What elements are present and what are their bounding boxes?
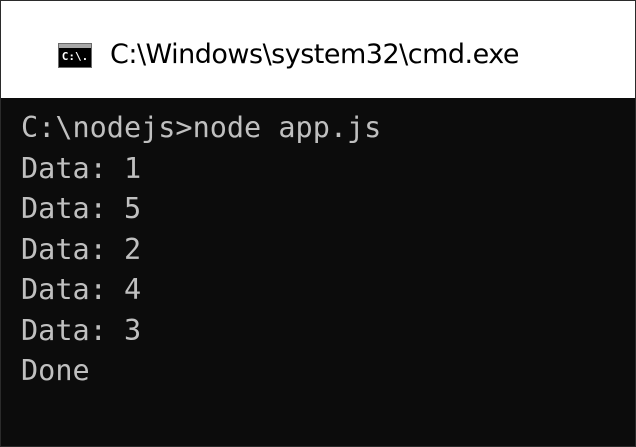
window-title: C:\Windows\system32\cmd.exe [110,39,520,70]
console-line: Data: 2 [21,232,142,266]
cmd-window: C:\. C:\Windows\system32\cmd.exe C:\node… [0,0,636,447]
title-bar[interactable]: C:\. C:\Windows\system32\cmd.exe [1,1,635,98]
console-output[interactable]: C:\nodejs>node app.js Data: 1 Data: 5 Da… [1,98,635,446]
console-line: Data: 3 [21,313,142,347]
console-line-command: C:\nodejs>node app.js [21,111,382,144]
console-line: Data: 5 [21,192,142,225]
console-line: Data: 1 [21,151,142,185]
console-line: Data: 4 [21,273,142,306]
console-line: Done [21,354,90,387]
cmd-icon[interactable]: C:\. [58,43,92,68]
cmd-icon-label: C:\. [61,50,89,63]
